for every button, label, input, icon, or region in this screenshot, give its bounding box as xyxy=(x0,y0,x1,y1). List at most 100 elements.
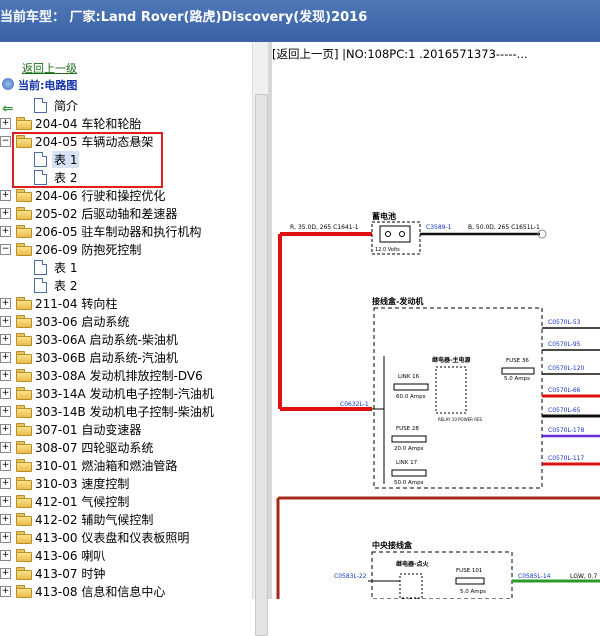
wire-right-label: B, 50.0D, 265 C1651L-1 xyxy=(468,224,540,231)
tree-folder-item[interactable]: +303-06B 启动系统-汽油机 xyxy=(0,348,250,366)
red-highlight-box xyxy=(12,132,163,188)
link16-label: LINK 16 xyxy=(398,374,420,380)
tree-item-label: 303-06A 启动系统-柴油机 xyxy=(35,333,178,347)
out53-label: C0570L-53 xyxy=(548,319,581,326)
back-link[interactable]: 返回上一级 xyxy=(22,60,77,76)
tree-item-label: 303-06B 启动系统-汽油机 xyxy=(35,351,178,365)
document-icon xyxy=(34,278,47,293)
expand-icon[interactable]: + xyxy=(0,226,11,237)
folder-icon xyxy=(16,585,32,598)
folder-icon xyxy=(16,567,32,580)
folder-icon xyxy=(16,405,32,418)
battery-terminal-neg xyxy=(385,231,391,237)
expand-icon[interactable]: + xyxy=(0,460,11,471)
tree-folder-item[interactable]: +413-07 时钟 xyxy=(0,564,250,582)
tree-item-label: 表 2 xyxy=(54,279,78,293)
collapse-icon[interactable]: − xyxy=(0,136,11,147)
expand-icon[interactable]: + xyxy=(0,352,11,363)
out2-label: C0585L-14 xyxy=(518,573,551,580)
tree-scrollbar[interactable] xyxy=(252,42,269,636)
expand-icon[interactable]: + xyxy=(0,316,11,327)
tree-folder-item[interactable]: +308-07 四轮驱动系统 xyxy=(0,438,250,456)
tree-item-label: 308-07 四轮驱动系统 xyxy=(35,441,154,455)
expand-icon[interactable]: + xyxy=(0,442,11,453)
folder-icon xyxy=(16,441,32,454)
window-title: 当前车型： 厂家:Land Rover(路虎)Discovery(发现)2016 xyxy=(0,10,368,25)
tree-folder-item[interactable]: +412-02 辅助气候控制 xyxy=(0,510,250,528)
tree-folder-item[interactable]: +205-02 后驱动轴和差速器 xyxy=(0,204,250,222)
tree-doc-item[interactable]: 表 1 xyxy=(0,258,250,276)
conn-in2-label: C0583L-22 xyxy=(334,573,367,580)
out66-label: C0570L-66 xyxy=(548,387,581,394)
tree-folder-item[interactable]: +303-06A 启动系统-柴油机 xyxy=(0,330,250,348)
tree-panel: ⇐ 返回上一级 当前:电路图 简介 +204-04 车轮和轮胎 −204-05 车辆… xyxy=(0,42,250,599)
tree-item-label: 303-08A 发动机排放控制-DV6 xyxy=(35,369,203,383)
tree-item-label: 303-14B 发动机电子控制-柴油机 xyxy=(35,405,214,419)
expand-icon[interactable]: + xyxy=(0,190,11,201)
tree-doc-item[interactable]: 简介 xyxy=(0,96,250,114)
relay-sub: RELAY 10 POWER RES xyxy=(438,417,483,422)
expand-icon[interactable]: + xyxy=(0,532,11,543)
fuse28-label: FUSE 28 xyxy=(396,426,419,432)
amps5b-label: 5.0 Amps xyxy=(460,589,486,595)
tree-item-label: 413-00 仪表盘和仪表板照明 xyxy=(35,531,190,545)
battery-terminal-pos xyxy=(399,231,405,237)
tree-folder-item[interactable]: +303-14A 发动机电子控制-汽油机 xyxy=(0,384,250,402)
tree-folder-item[interactable]: +310-03 速度控制 xyxy=(0,474,250,492)
tree-doc-item[interactable]: 表 2 xyxy=(0,276,250,294)
relay2-box xyxy=(399,573,423,599)
folder-icon xyxy=(16,531,32,544)
folder-icon xyxy=(16,513,32,526)
expand-icon[interactable]: + xyxy=(0,478,11,489)
relay-box xyxy=(435,366,467,414)
expand-icon[interactable]: + xyxy=(0,406,11,417)
document-icon xyxy=(34,98,47,113)
expand-icon[interactable]: + xyxy=(0,424,11,435)
tree-folder-item[interactable]: +413-06 喇叭 xyxy=(0,546,250,564)
fuse101-label: FUSE 101 xyxy=(456,568,482,574)
tree-folder-item[interactable]: − 206-09 防抱死控制 xyxy=(0,240,250,258)
expand-icon[interactable]: + xyxy=(0,496,11,507)
tree-folder-item[interactable]: +413-08 信息和信息中心 xyxy=(0,582,250,599)
tree-scrollbar-thumb[interactable] xyxy=(255,94,268,636)
expand-icon[interactable]: + xyxy=(0,568,11,579)
folder-icon xyxy=(16,207,32,220)
folder-icon xyxy=(16,495,32,508)
link17-fuse xyxy=(391,469,427,477)
tree-folder-item[interactable]: +206-05 驻车制动器和执行机构 xyxy=(0,222,250,240)
viewer-header[interactable]: [返回上一页] |NO:108PC:1 .2016571373-----... xyxy=(272,46,528,62)
tree-folder-item[interactable]: +307-01 自动变速器 xyxy=(0,420,250,438)
diagram-viewer: [返回上一页] |NO:108PC:1 .2016571373-----... … xyxy=(272,42,600,599)
expand-icon[interactable]: + xyxy=(0,514,11,525)
tree-folder-item[interactable]: +413-00 仪表盘和仪表板照明 xyxy=(0,528,250,546)
expand-icon[interactable]: + xyxy=(0,298,11,309)
tree-folder-item[interactable]: +303-08A 发动机排放控制-DV6 xyxy=(0,366,250,384)
tree-item-label: 204-06 行驶和操控优化 xyxy=(35,189,166,203)
current-location-icon xyxy=(2,78,14,90)
folder-icon xyxy=(16,387,32,400)
folder-icon xyxy=(16,423,32,436)
expand-icon[interactable]: + xyxy=(0,208,11,219)
tree-folder-item[interactable]: +303-06 启动系统 xyxy=(0,312,250,330)
link17-label: LINK 17 xyxy=(396,460,418,466)
folder-icon xyxy=(16,117,32,130)
relay-label: 继电器-主电源 xyxy=(432,356,471,364)
folder-icon xyxy=(16,243,32,256)
expand-icon[interactable]: + xyxy=(0,550,11,561)
expand-icon[interactable]: + xyxy=(0,118,11,129)
expand-icon[interactable]: + xyxy=(0,370,11,381)
tree-folder-item[interactable]: +303-14B 发动机电子控制-柴油机 xyxy=(0,402,250,420)
collapse-icon[interactable]: − xyxy=(0,244,11,255)
expand-icon[interactable]: + xyxy=(0,388,11,399)
tree-folder-item[interactable]: +204-04 车轮和轮胎 xyxy=(0,114,250,132)
tree-folder-item[interactable]: +310-01 燃油箱和燃油管路 xyxy=(0,456,250,474)
tree-folder-item[interactable]: +211-04 转向柱 xyxy=(0,294,250,312)
expand-icon[interactable]: + xyxy=(0,586,11,597)
expand-icon[interactable]: + xyxy=(0,334,11,345)
tree-item-label: 310-01 燃油箱和燃油管路 xyxy=(35,459,178,473)
tree-folder-item[interactable]: +412-01 气候控制 xyxy=(0,492,250,510)
tree-folder-item[interactable]: +204-06 行驶和操控优化 xyxy=(0,186,250,204)
out178-label: C0570L-178 xyxy=(548,427,584,434)
lgw-label: LGW, 0.7 xyxy=(570,573,597,580)
conn-in-label: C0632L-1 xyxy=(340,401,369,408)
